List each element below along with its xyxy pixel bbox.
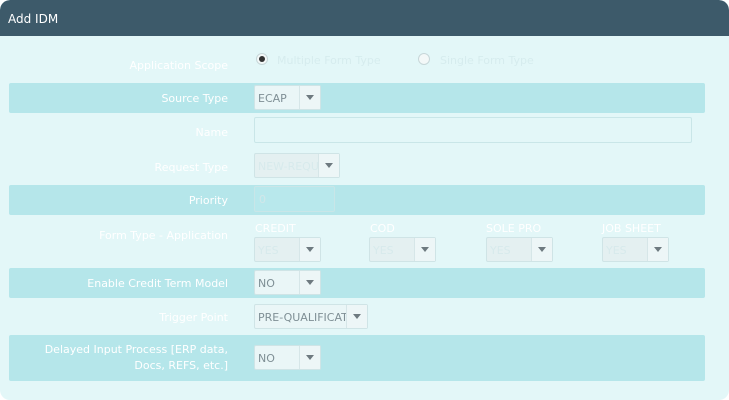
source-type-dropdown-button[interactable] <box>299 86 320 109</box>
radio-multiple-form-type-label[interactable]: Multiple Form Type <box>277 54 381 67</box>
enable-credit-term-model-select[interactable]: NO <box>254 270 321 295</box>
source-type-select[interactable]: ECAP <box>254 85 321 110</box>
chevron-down-icon <box>306 95 314 100</box>
source-type-value: ECAP <box>258 92 287 105</box>
trigger-point-row: Trigger Point PRE-QUALIFICAT <box>9 303 705 333</box>
panel-header: Add IDM <box>0 0 729 36</box>
panel-title: Add IDM <box>8 12 59 26</box>
sole-pro-value: YES <box>490 244 511 257</box>
cod-column-header: COD <box>370 222 395 235</box>
job-sheet-dropdown-button[interactable] <box>647 238 668 261</box>
delayed-input-process-dropdown-button[interactable] <box>299 346 320 369</box>
delayed-input-process-label-line2: Docs, REFS, etc.] <box>134 359 228 372</box>
chevron-down-icon <box>538 247 546 252</box>
delayed-input-process-label: Delayed Input Process [ERP data, Docs, R… <box>28 342 228 374</box>
job-sheet-column-header: JOB SHEET <box>602 222 661 235</box>
request-type-label: Request Type <box>154 161 228 174</box>
chevron-down-icon <box>654 247 662 252</box>
application-scope-label: Application Scope <box>129 59 228 72</box>
chevron-down-icon <box>325 163 333 168</box>
enable-credit-term-model-label: Enable Credit Term Model <box>87 277 228 290</box>
request-type-dropdown-button[interactable] <box>318 154 339 177</box>
radio-single-form-type[interactable] <box>418 53 430 65</box>
delayed-input-process-value: NO <box>258 352 275 365</box>
cod-value: YES <box>373 244 394 257</box>
request-type-value: NEW-REQU <box>258 160 319 173</box>
request-type-select[interactable]: NEW-REQU <box>254 153 340 178</box>
trigger-point-value: PRE-QUALIFICAT <box>258 311 347 324</box>
sole-pro-select[interactable]: YES <box>486 237 553 262</box>
request-type-row: Request Type NEW-REQU <box>9 152 705 182</box>
delayed-input-process-row: Delayed Input Process [ERP data, Docs, R… <box>9 335 705 381</box>
trigger-point-select[interactable]: PRE-QUALIFICAT <box>254 304 368 329</box>
chevron-down-icon <box>306 247 314 252</box>
chevron-down-icon <box>306 280 314 285</box>
name-row: Name <box>9 117 705 147</box>
chevron-down-icon <box>306 355 314 360</box>
delayed-input-process-label-line1: Delayed Input Process [ERP data, <box>44 343 228 356</box>
trigger-point-label: Trigger Point <box>159 311 228 324</box>
cod-select[interactable]: YES <box>369 237 436 262</box>
form-type-application-label: Form Type - Application <box>99 229 228 242</box>
name-label: Name <box>195 126 228 139</box>
job-sheet-value: YES <box>606 244 627 257</box>
form-type-application-row: Form Type - Application CREDIT YES COD Y… <box>9 220 705 265</box>
priority-input[interactable]: 0 <box>254 186 335 212</box>
trigger-point-dropdown-button[interactable] <box>346 305 367 328</box>
cod-dropdown-button[interactable] <box>414 238 435 261</box>
radio-single-form-type-label[interactable]: Single Form Type <box>440 54 534 67</box>
priority-label: Priority <box>188 194 228 207</box>
enable-credit-term-model-row: Enable Credit Term Model NO <box>9 268 705 298</box>
sole-pro-dropdown-button[interactable] <box>531 238 552 261</box>
credit-value: YES <box>258 244 279 257</box>
radio-multiple-form-type[interactable] <box>256 53 268 65</box>
chevron-down-icon <box>421 247 429 252</box>
credit-dropdown-button[interactable] <box>299 238 320 261</box>
priority-row: Priority 0 <box>9 185 705 215</box>
add-idm-panel: Add IDM Application Scope Multiple Form … <box>0 0 729 400</box>
enable-credit-term-model-dropdown-button[interactable] <box>299 271 320 294</box>
source-type-row: Source Type ECAP <box>9 83 705 113</box>
application-scope-row: Application Scope Multiple Form Type Sin… <box>9 50 705 80</box>
name-input[interactable] <box>254 117 692 143</box>
enable-credit-term-model-value: NO <box>258 277 275 290</box>
credit-select[interactable]: YES <box>254 237 321 262</box>
delayed-input-process-select[interactable]: NO <box>254 345 321 370</box>
priority-value: 0 <box>259 193 266 206</box>
job-sheet-select[interactable]: YES <box>602 237 669 262</box>
sole-pro-column-header: SOLE PRO <box>486 222 542 235</box>
credit-column-header: CREDIT <box>255 222 296 235</box>
radio-selected-dot <box>259 56 265 62</box>
source-type-label: Source Type <box>161 92 228 105</box>
chevron-down-icon <box>353 314 361 319</box>
